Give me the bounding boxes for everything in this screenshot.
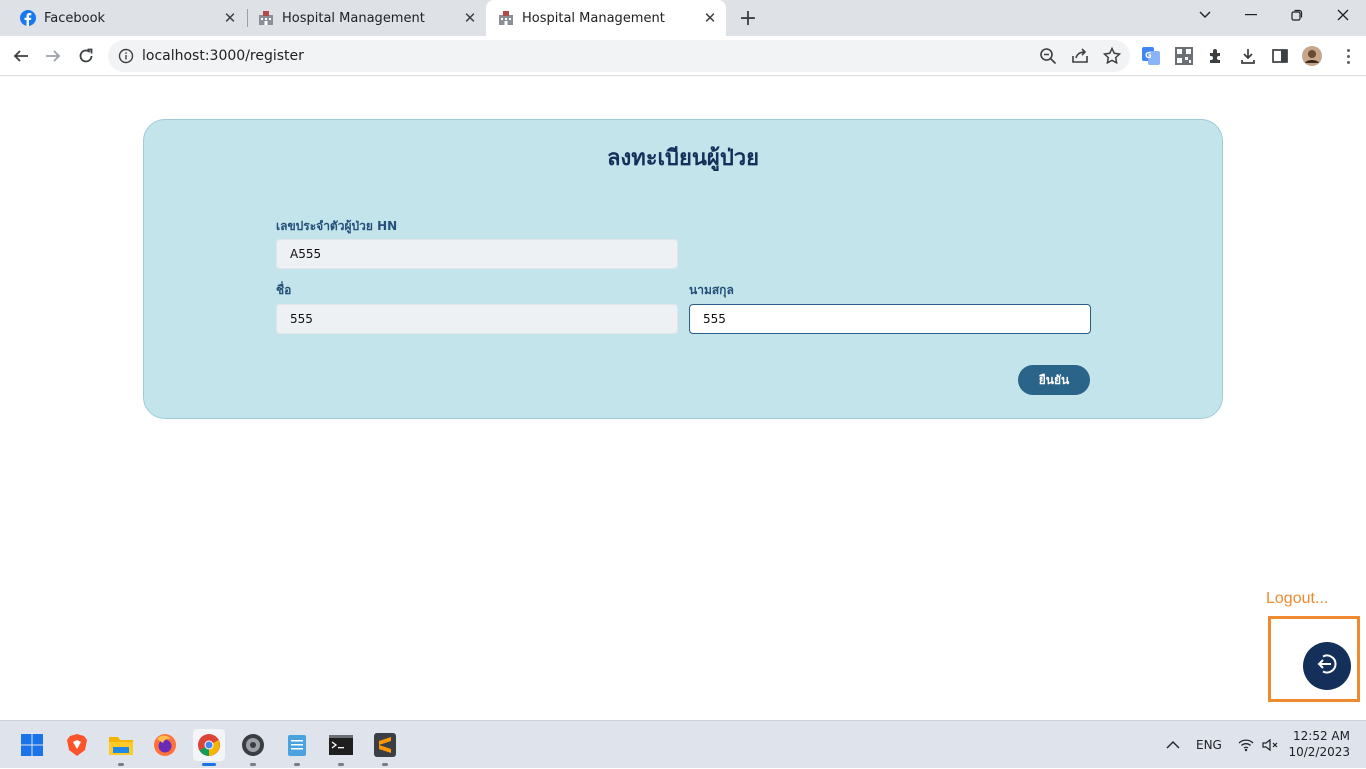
- running-indicator: [382, 763, 388, 766]
- translate-extension-icon[interactable]: G: [1141, 46, 1161, 66]
- terminal-icon[interactable]: [325, 729, 357, 766]
- notepad-icon[interactable]: [281, 729, 313, 766]
- svg-text:G: G: [1145, 51, 1152, 60]
- tab-close-icon[interactable]: ✕: [460, 8, 480, 28]
- page-title: ลงทะเบียนผู้ป่วย: [606, 146, 760, 171]
- extensions-puzzle-icon[interactable]: [1206, 46, 1226, 66]
- tab-hospital-1[interactable]: Hospital Management ✕: [246, 0, 486, 36]
- confirm-button[interactable]: ยืนยัน: [1018, 365, 1090, 395]
- back-button[interactable]: [8, 43, 34, 69]
- qr-extension-icon[interactable]: [1174, 46, 1194, 66]
- running-indicator: [118, 763, 124, 766]
- volume-muted-icon[interactable]: [1262, 721, 1278, 769]
- profile-avatar[interactable]: [1302, 46, 1322, 66]
- restore-button[interactable]: [1274, 0, 1320, 30]
- tab-close-icon[interactable]: ✕: [220, 8, 240, 28]
- close-window-button[interactable]: [1320, 0, 1366, 30]
- wifi-icon[interactable]: [1238, 721, 1254, 769]
- logout-label: Logout...: [1266, 590, 1329, 607]
- firstname-input[interactable]: 555: [276, 304, 678, 334]
- tab-strip: Facebook ✕ Hospital Management ✕ Hospita…: [0, 0, 1366, 36]
- facebook-icon: [20, 10, 36, 26]
- windows-taskbar: ENG 12:52 AM 10/2/2023: [0, 720, 1366, 768]
- system-clock[interactable]: 12:52 AM 10/2/2023: [1288, 728, 1350, 760]
- info-icon[interactable]: [118, 48, 134, 64]
- clock-date: 10/2/2023: [1288, 745, 1350, 759]
- running-indicator: [250, 763, 256, 766]
- sublime-text-icon[interactable]: [369, 729, 401, 766]
- tab-facebook[interactable]: Facebook ✕: [8, 0, 246, 36]
- browser-toolbar: localhost:3000/register G: [0, 36, 1366, 76]
- hn-input[interactable]: A555: [276, 239, 678, 269]
- lastname-input[interactable]: 555: [689, 304, 1091, 334]
- new-tab-button[interactable]: +: [736, 6, 760, 31]
- file-explorer-icon[interactable]: [105, 729, 137, 766]
- logout-button[interactable]: [1303, 642, 1351, 690]
- hospital-icon: [258, 10, 274, 26]
- url-text[interactable]: localhost:3000/register: [142, 48, 304, 64]
- bookmark-star-icon[interactable]: [1102, 46, 1122, 70]
- side-panel-icon[interactable]: [1270, 46, 1290, 66]
- forward-button[interactable]: [40, 43, 66, 69]
- tab-title: Hospital Management: [522, 10, 665, 26]
- logout-icon: [1314, 651, 1340, 681]
- windows-start-icon[interactable]: [16, 729, 48, 761]
- clock-time: 12:52 AM: [1293, 729, 1350, 743]
- tab-hospital-active[interactable]: Hospital Management ✕: [486, 0, 726, 36]
- download-icon[interactable]: [1238, 46, 1258, 66]
- brave-browser-icon[interactable]: [61, 729, 93, 761]
- address-bar[interactable]: localhost:3000/register: [108, 40, 1130, 72]
- tray-overflow-icon[interactable]: [1166, 721, 1180, 769]
- tab-title: Hospital Management: [282, 10, 425, 26]
- tab-search-icon[interactable]: [1182, 0, 1228, 30]
- firstname-label: ชื่อ: [276, 283, 292, 297]
- active-indicator: [202, 763, 216, 766]
- register-card: ลงทะเบียนผู้ป่วย เลขประจำตัวผู้ป่วย HN A…: [143, 119, 1223, 419]
- browser-menu-icon[interactable]: [1340, 44, 1356, 68]
- chrome-icon[interactable]: [193, 729, 225, 766]
- running-indicator: [338, 763, 344, 766]
- running-indicator: [294, 763, 300, 766]
- lastname-label: นามสกุล: [689, 283, 734, 297]
- zoom-icon[interactable]: [1038, 46, 1058, 70]
- reload-button[interactable]: [73, 43, 99, 69]
- tab-close-icon[interactable]: ✕: [700, 8, 720, 28]
- firefox-icon[interactable]: [149, 729, 181, 761]
- obs-icon[interactable]: [237, 729, 269, 766]
- tab-title: Facebook: [44, 10, 106, 26]
- language-indicator[interactable]: ENG: [1196, 721, 1222, 769]
- share-icon[interactable]: [1070, 46, 1090, 70]
- minimize-button[interactable]: [1228, 0, 1274, 30]
- hospital-icon: [498, 10, 514, 26]
- hn-label: เลขประจำตัวผู้ป่วย HN: [276, 219, 398, 233]
